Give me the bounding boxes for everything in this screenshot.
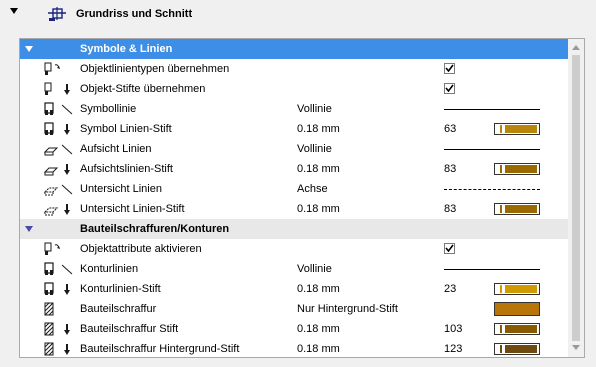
- setting-value[interactable]: Vollinie: [297, 259, 332, 279]
- setting-row[interactable]: Symbollinie Vollinie: [20, 99, 568, 119]
- floorplan-section-icon: [48, 7, 66, 21]
- pen-number[interactable]: 123: [444, 339, 462, 357]
- setting-row[interactable]: Objektlinientypen übernehmen: [20, 59, 568, 79]
- setting-row[interactable]: Bauteilschraffur Nur Hintergrund-Stift: [20, 299, 568, 319]
- setting-label: Untersicht Linien: [80, 183, 162, 195]
- setting-label: Bauteilschraffur Hintergrund-Stift: [80, 343, 240, 355]
- collapse-triangle-icon[interactable]: [10, 8, 18, 14]
- panel-title: Grundriss und Schnitt: [76, 8, 193, 20]
- contour-pen-icon: [42, 282, 78, 296]
- object-pen-icon: [42, 82, 78, 96]
- pen-color-swatch[interactable]: [494, 203, 540, 215]
- setting-value[interactable]: 0.18 mm: [297, 319, 340, 339]
- setting-row[interactable]: Bauteilschraffur Hintergrund-Stift 0.18 m…: [20, 339, 568, 357]
- setting-row[interactable]: Konturlinien Vollinie: [20, 259, 568, 279]
- overhead-line-icon: [42, 142, 78, 156]
- setting-label: Bauteilschraffur: [80, 303, 157, 315]
- setting-value[interactable]: Achse: [297, 179, 328, 199]
- scroll-thumb[interactable]: [572, 55, 580, 341]
- setting-value[interactable]: 0.18 mm: [297, 119, 340, 139]
- setting-label: Symbollinie: [80, 103, 137, 115]
- setting-value[interactable]: Vollinie: [297, 99, 332, 119]
- below-line-icon: [42, 182, 78, 196]
- vertical-scrollbar[interactable]: [568, 39, 584, 357]
- pen-color-swatch[interactable]: [494, 163, 540, 175]
- pen-color-swatch[interactable]: [494, 283, 540, 295]
- line-type-preview: [444, 109, 540, 110]
- setting-label: Konturlinien-Stift: [80, 283, 161, 295]
- checkmark-icon: [445, 244, 454, 253]
- pen-number[interactable]: 83: [444, 199, 456, 219]
- pen-number[interactable]: 63: [444, 119, 456, 139]
- symbol-line-icon: [42, 102, 78, 116]
- fill-icon: [42, 302, 78, 316]
- setting-row[interactable]: Aufsichtslinien-Stift 0.18 mm 83: [20, 159, 568, 179]
- overhead-line-pen-icon: [42, 162, 78, 176]
- setting-value[interactable]: 0.18 mm: [297, 279, 340, 299]
- contour-line-icon: [42, 262, 78, 276]
- checkmark-icon: [445, 84, 454, 93]
- settings-list[interactable]: Symbole & Linien Objektlinientypen überne…: [19, 38, 585, 358]
- fill-background-pen-icon: [42, 342, 78, 356]
- setting-label: Objekt-Stifte übernehmen: [80, 83, 206, 95]
- setting-label: Aufsicht Linien: [80, 143, 152, 155]
- line-type-preview: [444, 269, 540, 270]
- setting-row[interactable]: Aufsicht Linien Vollinie: [20, 139, 568, 159]
- fill-pen-icon: [42, 322, 78, 336]
- setting-value[interactable]: Nur Hintergrund-Stift: [297, 299, 398, 319]
- setting-label: Konturlinien: [80, 263, 139, 275]
- panel-header[interactable]: Grundriss und Schnitt: [0, 0, 596, 30]
- section-collapse-icon[interactable]: [25, 46, 33, 52]
- setting-row[interactable]: Untersicht Linien-Stift 0.18 mm 83: [20, 199, 568, 219]
- line-type-preview: [444, 149, 540, 150]
- section-collapse-icon[interactable]: [25, 226, 33, 232]
- setting-value[interactable]: Vollinie: [297, 139, 332, 159]
- symbol-line-pen-icon: [42, 122, 78, 136]
- setting-label: Untersicht Linien-Stift: [80, 203, 185, 215]
- scroll-up-icon[interactable]: [572, 45, 580, 50]
- setting-checkbox[interactable]: [444, 83, 455, 94]
- setting-row[interactable]: Symbol Linien-Stift 0.18 mm 63: [20, 119, 568, 139]
- setting-label: Aufsichtslinien-Stift: [80, 163, 173, 175]
- setting-row[interactable]: Untersicht Linien Achse: [20, 179, 568, 199]
- scroll-down-icon[interactable]: [572, 345, 580, 350]
- setting-label: Bauteilschraffur Stift: [80, 323, 179, 335]
- fill-color-swatch[interactable]: [494, 302, 540, 316]
- setting-value[interactable]: 0.18 mm: [297, 339, 340, 357]
- checkmark-icon: [445, 64, 454, 73]
- pen-number[interactable]: 103: [444, 319, 462, 339]
- pen-number[interactable]: 83: [444, 159, 456, 179]
- setting-value[interactable]: 0.18 mm: [297, 199, 340, 219]
- setting-label: Objektattribute aktivieren: [80, 243, 202, 255]
- setting-row[interactable]: Objektattribute aktivieren: [20, 239, 568, 259]
- setting-label: Symbol Linien-Stift: [80, 123, 172, 135]
- pen-color-swatch[interactable]: [494, 323, 540, 335]
- section-header[interactable]: Symbole & Linien: [20, 39, 568, 59]
- section-header[interactable]: Bauteilschraffuren/Konturen: [20, 219, 568, 239]
- setting-value[interactable]: 0.18 mm: [297, 159, 340, 179]
- line-type-preview: [444, 189, 540, 190]
- setting-checkbox[interactable]: [444, 243, 455, 254]
- pen-color-swatch[interactable]: [494, 343, 540, 355]
- setting-row[interactable]: Konturlinien-Stift 0.18 mm 23: [20, 279, 568, 299]
- section-title: Bauteilschraffuren/Konturen: [80, 223, 230, 235]
- pen-number[interactable]: 23: [444, 279, 456, 299]
- setting-row[interactable]: Objekt-Stifte übernehmen: [20, 79, 568, 99]
- setting-label: Objektlinientypen übernehmen: [80, 63, 230, 75]
- pen-color-swatch[interactable]: [494, 123, 540, 135]
- section-title: Symbole & Linien: [80, 43, 173, 55]
- below-line-pen-icon: [42, 202, 78, 216]
- object-attributes-icon: [42, 242, 78, 256]
- setting-checkbox[interactable]: [444, 63, 455, 74]
- setting-row[interactable]: Bauteilschraffur Stift 0.18 mm 103: [20, 319, 568, 339]
- object-linetype-icon: [42, 62, 78, 76]
